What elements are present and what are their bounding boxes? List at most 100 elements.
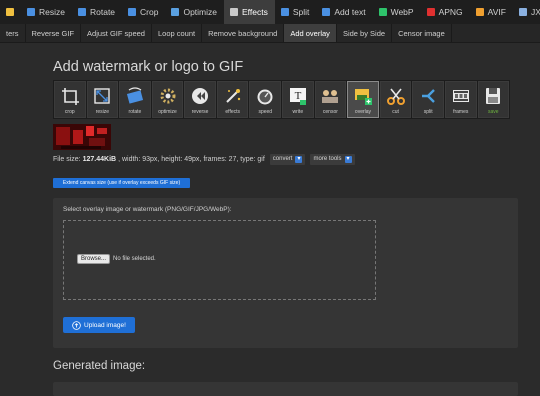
browse-button[interactable]: Browse... [77, 254, 110, 264]
optimize-tool-icon [160, 88, 176, 104]
file-details: , width: 93px, height: 49px, frames: 27,… [118, 155, 265, 163]
tool-reverse[interactable]: reverse [184, 81, 216, 118]
subnav-tab-reverse-gif[interactable]: Reverse GIF [26, 24, 82, 42]
overlay-select-label: Select overlay image or watermark (PNG/G… [63, 206, 232, 213]
effects-icon [230, 8, 239, 16]
topnav-item-label: Resize [39, 7, 65, 17]
effects-subnavigation: ters Reverse GIF Adjust GIF speed Loop coun… [0, 24, 540, 43]
jxl-icon [518, 8, 527, 16]
topnav-item-label: WebP [390, 7, 414, 17]
topnav-item-label: APNG [438, 7, 463, 17]
tool-label: frames [453, 109, 469, 115]
tool-label: cut [392, 109, 399, 115]
cloud-upload-icon [72, 320, 81, 330]
tool-frames[interactable]: frames [444, 81, 477, 118]
tool-label: speed [258, 109, 273, 115]
resize-icon [27, 8, 35, 16]
tool-rotate[interactable]: rotate [119, 81, 151, 118]
crop-icon [128, 8, 137, 16]
censor-tool-icon [322, 90, 339, 103]
convert-button-label: convert [272, 156, 293, 162]
gif-thumbnail [53, 124, 111, 150]
topnav-item-avif[interactable]: AVIF [470, 0, 513, 24]
file-info: File size: 127.44KiB , width: 93px, heig… [53, 153, 355, 165]
resize-tool-icon [94, 88, 111, 104]
no-file-selected-text: No file selected. [113, 256, 156, 262]
webp-icon [378, 8, 387, 16]
write-tool-icon: T [289, 88, 306, 105]
generated-image-panel [53, 382, 518, 396]
upload-image-label: Upload image! [84, 321, 126, 329]
tool-crop[interactable]: crop [54, 81, 86, 118]
page-title: Add watermark or logo to GIF [53, 59, 244, 75]
subnav-tab-adjust-gif-speed[interactable]: Adjust GIF speed [81, 24, 152, 42]
topnav-item-arrow[interactable] [0, 0, 21, 24]
topnav-item-add-text[interactable]: Add text [316, 0, 372, 24]
generated-image-heading: Generated image: [53, 360, 146, 372]
tool-label: optimize [158, 109, 177, 115]
split-icon [280, 8, 289, 16]
subnav-tab-remove-background[interactable]: Remove background [202, 24, 285, 42]
tool-censor[interactable]: censor [314, 81, 347, 118]
frames-tool-icon [452, 90, 469, 102]
topnav-item-label: Split [292, 7, 310, 17]
reverse-tool-icon [192, 88, 209, 104]
file-size-value: 127.44KiB [82, 155, 117, 163]
overlay-upload-panel: Select overlay image or watermark (PNG/G… [53, 198, 518, 348]
overlay-tool-icon [354, 89, 372, 105]
dropdown-plus-icon: ▾ [344, 155, 352, 163]
tool-label: effects [225, 109, 240, 115]
subnav-tab-censor-image[interactable]: Censor image [392, 24, 452, 42]
tool-label: save [488, 109, 499, 115]
text-icon [322, 8, 331, 16]
dropdown-plus-icon: ▾ [295, 155, 303, 163]
topnav-item-label: JXL [530, 7, 540, 17]
convert-button[interactable]: convert ▾ [269, 153, 306, 165]
topnav-item-resize[interactable]: Resize [21, 0, 72, 24]
subnav-tab-side-by-side[interactable]: Side by Side [337, 24, 393, 42]
topnav-item-label: Add text [334, 7, 366, 17]
tool-label: reverse [191, 109, 209, 115]
tool-label: overlay [354, 109, 372, 115]
topnav-item-rotate[interactable]: Rotate [72, 0, 122, 24]
topnav-item-split[interactable]: Split [275, 0, 317, 24]
topnav-item-label: Optimize [183, 7, 218, 17]
speed-tool-icon [257, 89, 273, 105]
tool-overlay[interactable]: overlay [347, 81, 379, 118]
effects-tool-icon [225, 89, 240, 103]
tool-cut[interactable]: cut [379, 81, 412, 118]
upload-image-button[interactable]: Upload image! [63, 317, 135, 333]
arrow-icon [6, 8, 14, 16]
topnav-item-optimize[interactable]: Optimize [165, 0, 224, 24]
avif-icon [475, 8, 484, 16]
tool-split[interactable]: split [412, 81, 444, 118]
topnav-item-jxl[interactable]: JXL [513, 0, 540, 24]
top-navigation: Resize Rotate Crop Optimize Effects Split Add … [0, 0, 540, 24]
topnav-item-effects[interactable]: Effects [224, 0, 275, 24]
rotate-icon [77, 8, 86, 16]
crop-tool-icon [61, 88, 79, 105]
topnav-item-label: Crop [140, 7, 159, 17]
tool-label: write [292, 109, 304, 115]
topnav-item-webp[interactable]: WebP [373, 0, 421, 24]
tool-save[interactable]: save [477, 81, 510, 118]
tool-optimize[interactable]: optimize [151, 81, 184, 118]
file-drop-zone[interactable]: Browse... No file selected. [63, 220, 376, 300]
tool-resize[interactable]: resize [86, 81, 119, 118]
topnav-item-label: Effects [242, 7, 268, 17]
split-tool-icon [422, 89, 435, 103]
tool-label: censor [322, 109, 338, 115]
extend-canvas-button[interactable]: Extend canvas size (use if overlay excee… [53, 178, 190, 188]
subnav-tab-add-overlay[interactable]: Add overlay [284, 24, 337, 42]
tool-label: rotate [128, 109, 142, 115]
subnav-tab-loop-count[interactable]: Loop count [152, 24, 203, 42]
subnav-tab-ters[interactable]: ters [0, 24, 26, 42]
topnav-item-label: AVIF [487, 7, 506, 17]
tool-label: resize [95, 109, 110, 115]
tool-speed[interactable]: speed [249, 81, 282, 118]
topnav-item-crop[interactable]: Crop [122, 0, 165, 24]
topnav-item-apng[interactable]: APNG [421, 0, 470, 24]
tool-effects[interactable]: effects [216, 81, 249, 118]
more-tools-button[interactable]: more tools ▾ [310, 153, 355, 165]
tool-write[interactable]: Twrite [282, 81, 314, 118]
